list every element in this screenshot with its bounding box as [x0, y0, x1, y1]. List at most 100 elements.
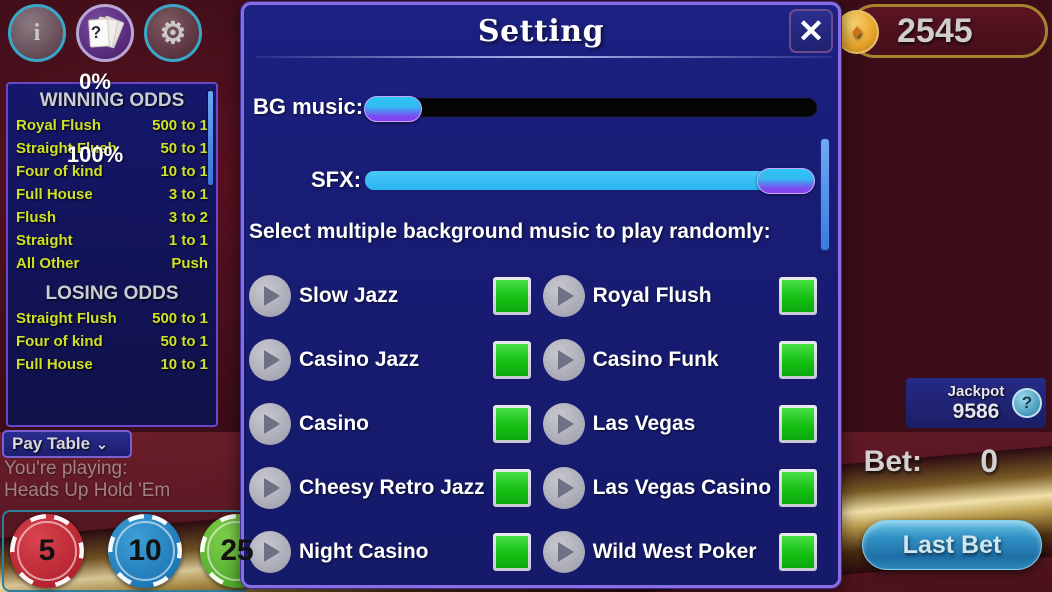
play-icon[interactable] — [249, 403, 291, 445]
question-mark-icon: ? — [1021, 393, 1033, 412]
table-row: All Other Push — [14, 252, 210, 275]
settings-gear-icon: ⚙ — [159, 16, 187, 50]
table-row: Straight Flush 500 to 1 — [14, 307, 210, 330]
sfx-percent: 100% — [66, 142, 124, 167]
last-bet-button[interactable]: Last Bet — [862, 520, 1042, 570]
jackpot-value: 9586 — [952, 399, 1000, 423]
info-button[interactable]: i — [8, 4, 66, 62]
hand-name: Full House — [16, 356, 93, 373]
hand-name: Full House — [16, 186, 93, 203]
hand-odds: 50 to 1 — [160, 140, 208, 157]
hand-name: Four of kind — [16, 333, 103, 350]
hand-name: All Other — [16, 255, 80, 272]
bg-music-slider-row: BG music: — [253, 94, 818, 122]
table-row: Full House 3 to 1 — [14, 183, 210, 206]
hand-name: Royal Flush — [16, 117, 102, 134]
music-checkbox[interactable] — [779, 469, 818, 507]
bet-label: Bet: — [863, 445, 922, 478]
balance-value: 2545 — [897, 11, 973, 50]
play-icon[interactable] — [249, 339, 291, 381]
hand-name: Straight — [16, 232, 73, 249]
settings-button[interactable]: ⚙ — [144, 4, 202, 62]
bg-music-label: BG music: — [253, 94, 364, 119]
play-icon[interactable] — [249, 467, 291, 509]
top-icon-bar: i ? ⚙ — [8, 4, 202, 62]
list-item: Las Vegas — [542, 392, 830, 456]
music-name: Casino Funk — [592, 348, 719, 371]
dialog-title: Setting — [477, 14, 605, 49]
music-list: Slow Jazz Royal Flush Casino Jazz Casino… — [249, 264, 823, 584]
hand-odds: 3 to 2 — [168, 209, 208, 226]
last-bet-label: Last Bet — [902, 530, 1002, 559]
dialog-scrollbar[interactable] — [820, 138, 830, 251]
music-name: Casino Jazz — [299, 348, 420, 371]
chip-5[interactable]: 5 — [10, 514, 84, 588]
bg-music-slider[interactable] — [364, 95, 818, 122]
hand-odds: Push — [171, 255, 208, 272]
title-divider — [256, 56, 832, 58]
help-cards-icon: ? — [88, 15, 125, 50]
coin-icon — [835, 10, 879, 54]
music-checkbox[interactable] — [492, 533, 531, 571]
music-name: Royal Flush — [592, 284, 712, 307]
list-item: Night Casino — [249, 520, 543, 584]
play-icon[interactable] — [249, 275, 291, 317]
hand-odds: 3 to 1 — [168, 186, 208, 203]
chip-value: 10 — [128, 534, 162, 567]
music-checkbox[interactable] — [779, 405, 818, 443]
help-button[interactable]: ? — [76, 4, 134, 62]
bg-music-slider-knob[interactable] — [364, 95, 423, 122]
list-item: Wild West Poker — [542, 520, 830, 584]
list-item: Royal Flush — [542, 264, 830, 328]
music-name: Las Vegas Casino — [592, 476, 772, 499]
table-row: Full House 10 to 1 — [14, 353, 210, 376]
music-name: Casino — [299, 412, 370, 435]
hand-odds: 500 to 1 — [152, 117, 208, 134]
play-icon[interactable] — [542, 467, 585, 509]
music-name: Wild West Poker — [592, 540, 757, 563]
play-icon[interactable] — [542, 531, 585, 573]
music-checkbox[interactable] — [779, 341, 818, 379]
playing-game-name: Heads Up Hold 'Em — [4, 480, 171, 501]
hand-name: Flush — [16, 209, 56, 226]
play-icon[interactable] — [249, 531, 291, 573]
music-name: Night Casino — [299, 540, 429, 563]
game-screen: i ? ⚙ WINNING ODDS Royal Flush 500 to 1 … — [0, 0, 1052, 592]
close-button[interactable]: ✕ — [789, 9, 833, 53]
list-item: Casino Funk — [542, 328, 830, 392]
info-icon: i — [33, 19, 41, 46]
play-icon[interactable] — [542, 403, 585, 445]
odds-panel-scrollbar[interactable] — [207, 90, 214, 186]
odds-panel[interactable]: WINNING ODDS Royal Flush 500 to 1 Straig… — [6, 82, 218, 427]
music-name: Cheesy Retro Jazz — [299, 476, 485, 499]
sfx-slider-row: SFX: — [253, 167, 816, 194]
music-checkbox[interactable] — [779, 277, 818, 315]
table-row: Flush 3 to 2 — [14, 206, 210, 229]
balance-display[interactable]: 2545 — [835, 4, 1048, 58]
sfx-slider-knob[interactable] — [757, 167, 816, 194]
sfx-label: SFX: — [311, 167, 362, 192]
select-music-title: Select multiple background music to play… — [249, 220, 771, 243]
pay-table-button[interactable]: Pay Table ⌄ — [2, 430, 132, 458]
chip-value: 25 — [220, 534, 254, 567]
table-row: Royal Flush 500 to 1 — [14, 114, 210, 137]
music-checkbox[interactable] — [492, 341, 531, 379]
music-checkbox[interactable] — [492, 277, 531, 315]
hand-odds: 50 to 1 — [160, 333, 208, 350]
hand-odds: 10 to 1 — [160, 163, 208, 180]
bg-music-percent: 0% — [79, 69, 111, 94]
table-row: Four of kind 50 to 1 — [14, 330, 210, 353]
chip-10[interactable]: 10 — [108, 514, 182, 588]
hand-odds: 500 to 1 — [152, 310, 208, 327]
music-checkbox[interactable] — [492, 405, 531, 443]
chip-value: 5 — [38, 534, 56, 567]
jackpot-help-button[interactable]: ? — [1012, 388, 1042, 418]
close-icon: ✕ — [797, 13, 825, 49]
play-icon[interactable] — [542, 275, 585, 317]
music-name: Slow Jazz — [299, 284, 399, 307]
music-checkbox[interactable] — [492, 469, 531, 507]
sfx-slider[interactable] — [365, 167, 816, 194]
list-item: Cheesy Retro Jazz — [249, 456, 543, 520]
music-checkbox[interactable] — [779, 533, 818, 571]
play-icon[interactable] — [542, 339, 585, 381]
